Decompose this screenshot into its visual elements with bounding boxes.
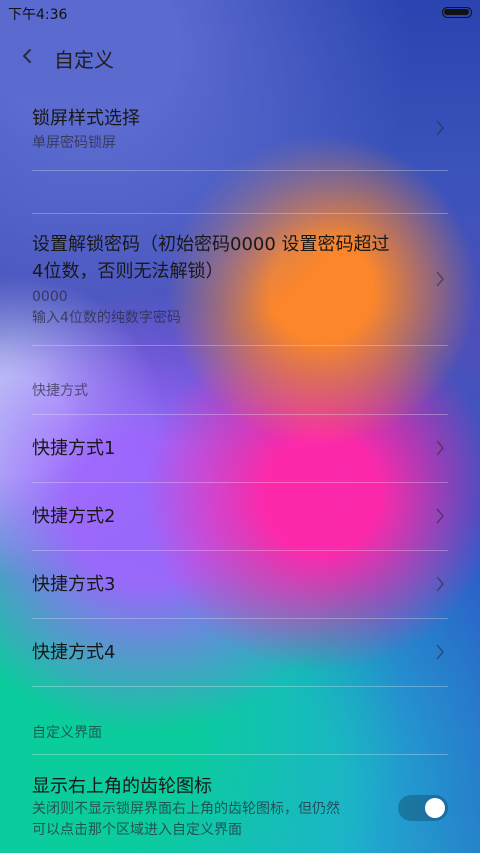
chevron-left-icon [23, 49, 31, 63]
shortcut-label: 快捷方式1 [32, 438, 116, 459]
unlock-password-title-line1: 设置解锁密码（初始密码0000 设置密码超过 [32, 234, 390, 255]
chevron-right-icon [436, 440, 444, 456]
unlock-password-hint: 输入4位数的纯数字密码 [32, 310, 181, 326]
gear-icon-toggle[interactable] [398, 795, 448, 821]
battery-icon [442, 7, 472, 18]
divider [32, 170, 448, 171]
status-bar: 下午4:36 [0, 0, 480, 26]
unlock-password-value: 0000 [32, 289, 68, 305]
unlock-password-title-line2: 4位数，否则无法解锁） [32, 261, 224, 282]
shortcut-row-3[interactable]: 快捷方式3 [0, 551, 480, 618]
chevron-right-icon [436, 120, 444, 136]
shortcut-label: 快捷方式2 [32, 506, 116, 527]
page-title: 自定义 [54, 48, 114, 72]
back-button[interactable] [16, 44, 40, 68]
shortcut-label: 快捷方式3 [32, 574, 116, 595]
shortcut-label: 快捷方式4 [32, 642, 116, 663]
section-header-shortcuts: 快捷方式 [32, 383, 88, 399]
app-header: 自定义 [0, 34, 480, 82]
chevron-right-icon [436, 508, 444, 524]
unlock-password-row[interactable]: 设置解锁密码（初始密码0000 设置密码超过 4位数，否则无法解锁） 0000 … [0, 214, 480, 345]
toggle-knob [425, 798, 445, 818]
chevron-right-icon [436, 644, 444, 660]
gear-setting-description-line1: 关闭则不显示锁屏界面右上角的齿轮图标，但仍然 [32, 801, 340, 817]
settings-list[interactable]: 锁屏样式选择 单屏密码锁屏 设置解锁密码（初始密码0000 设置密码超过 4位数… [0, 82, 480, 853]
lockscreen-style-row[interactable]: 锁屏样式选择 单屏密码锁屏 [0, 82, 480, 170]
chevron-right-icon [436, 271, 444, 287]
shortcut-row-4[interactable]: 快捷方式4 [0, 619, 480, 686]
chevron-right-icon [436, 576, 444, 592]
gear-setting-title: 显示右上角的齿轮图标 [32, 776, 212, 797]
gear-icon-setting-row[interactable]: 显示右上角的齿轮图标 关闭则不显示锁屏界面右上角的齿轮图标，但仍然 可以点击那个… [0, 755, 480, 853]
shortcut-row-2[interactable]: 快捷方式2 [0, 483, 480, 550]
status-time: 下午4:36 [8, 7, 68, 23]
section-header-custom-ui: 自定义界面 [32, 725, 102, 741]
divider [32, 345, 448, 346]
gear-setting-description-line2: 可以点击那个区域进入自定义界面 [32, 822, 242, 838]
lockscreen-style-title: 锁屏样式选择 [32, 108, 140, 129]
divider [32, 686, 448, 687]
lockscreen-style-subtitle: 单屏密码锁屏 [32, 135, 116, 151]
shortcut-row-1[interactable]: 快捷方式1 [0, 415, 480, 482]
